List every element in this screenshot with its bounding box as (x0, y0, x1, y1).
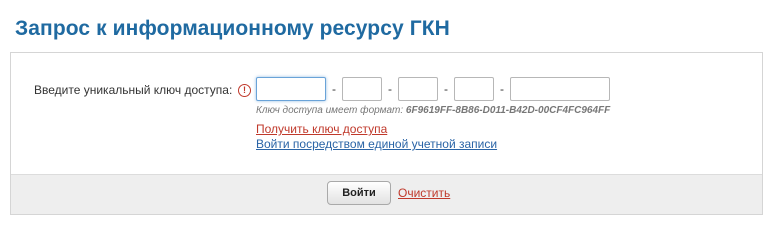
access-key-part-4-input[interactable] (454, 77, 494, 101)
clear-link[interactable]: Очистить (398, 186, 450, 200)
get-access-key-link[interactable]: Получить ключ доступа (256, 122, 387, 136)
key-separator: - (500, 82, 504, 96)
key-separator: - (444, 82, 448, 96)
access-key-part-5-input[interactable] (510, 77, 610, 101)
key-format-example: 6F9619FF-8B86-D011-B42D-00CF4FC964FF (405, 105, 611, 116)
login-button[interactable]: Войти (327, 181, 391, 205)
page-title: Запрос к информационному ресурсу ГКН (15, 17, 450, 40)
access-key-label: Введите уникальный ключ доступа: (34, 83, 233, 97)
key-separator: - (388, 82, 392, 96)
key-format-hint: Ключ доступа имеет формат: 6F9619FF-8B86… (256, 105, 610, 116)
access-key-part-1-input[interactable] (256, 77, 326, 101)
access-key-part-2-input[interactable] (342, 77, 382, 101)
info-icon[interactable]: ! (238, 84, 251, 97)
single-account-login-link[interactable]: Войти посредством единой учетной записи (256, 137, 497, 151)
access-key-form: Введите уникальный ключ доступа: ! - - -… (10, 52, 763, 215)
access-key-part-3-input[interactable] (398, 77, 438, 101)
key-format-hint-prefix: Ключ доступа имеет формат: (256, 105, 404, 116)
form-footer: Войти Очистить (11, 174, 762, 214)
key-separator: - (332, 82, 336, 96)
